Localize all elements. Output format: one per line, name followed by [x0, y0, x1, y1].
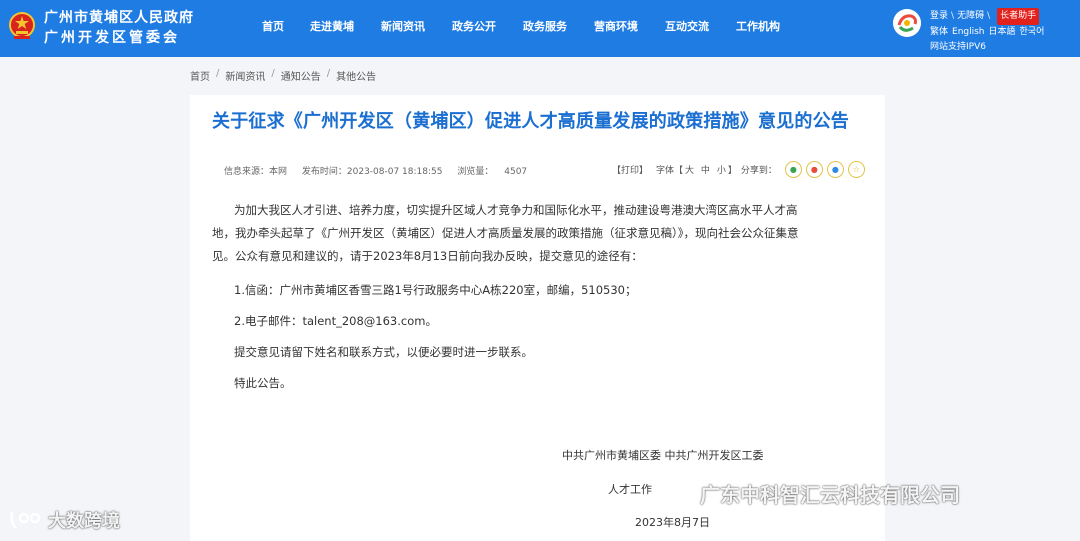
main-nav: 首页 走进黄埔 新闻资讯 政务公开 政务服务 营商环境 互动交流 工作机构	[262, 18, 807, 34]
signature-office: 人才工作	[608, 483, 652, 496]
org-name-line1: 广州市黄埔区人民政府	[44, 10, 194, 26]
accessibility-link[interactable]: 无障碍	[957, 9, 984, 24]
weibo-share-icon[interactable]: ●	[805, 161, 823, 178]
font-medium-button[interactable]: 中	[701, 166, 710, 176]
nav-agencies[interactable]: 工作机构	[736, 18, 780, 34]
breadcrumb: 首页 / 新闻资讯 / 通知公告 / 其他公告	[190, 68, 376, 83]
elder-assistant-button[interactable]: 长者助手	[997, 8, 1040, 25]
breadcrumb-separator: /	[326, 68, 331, 79]
header-tools: 登录 \ 无障碍 \ 长者助手 繁体 English 日本語 한국어 网站支持I…	[930, 8, 1048, 55]
breadcrumb-separator: /	[216, 68, 220, 79]
font-large-button[interactable]: 大	[685, 166, 694, 176]
login-link[interactable]: 登录	[930, 9, 948, 24]
favorite-star-icon[interactable]: ☆	[847, 161, 865, 178]
org-name-line2: 广州开发区管委会	[44, 30, 180, 46]
breadcrumb-other-notices[interactable]: 其他公告	[336, 68, 376, 83]
views-count: 4507	[504, 167, 528, 177]
font-small-button[interactable]: 小	[717, 166, 726, 176]
breadcrumb-notices[interactable]: 通知公告	[281, 68, 321, 83]
signature-committees: 中共广州市黄埔区委 中共广州开发区工委	[562, 449, 764, 462]
nav-business-env[interactable]: 营商环境	[594, 18, 638, 34]
separator: \	[987, 11, 991, 21]
share-buttons: ● ● ● ☆	[781, 161, 865, 178]
watermark-right: 广东中科智汇云科技有限公司	[700, 479, 960, 508]
watermark-left-text: 大数跨境	[48, 511, 120, 532]
watermark-left: 大数跨境	[8, 507, 120, 533]
breadcrumb-separator: /	[271, 68, 275, 79]
qq-share-icon[interactable]: ●	[826, 161, 844, 178]
share-label: 分享到：	[740, 166, 777, 176]
nav-gov-disclosure[interactable]: 政务公开	[452, 18, 496, 34]
site-header: 广州市黄埔区人民政府 广州开发区管委会 首页 走进黄埔 新闻资讯 政务公开 政务…	[0, 0, 1080, 57]
article-title: 关于征求《广州开发区（黄埔区）促进人才高质量发展的政策措施》意见的公告	[212, 111, 849, 132]
nav-news[interactable]: 新闻资讯	[381, 18, 425, 34]
lang-traditional[interactable]: 繁体	[930, 25, 948, 40]
breadcrumb-news[interactable]: 新闻资讯	[225, 68, 265, 83]
paragraph-closing: 特此公告。	[234, 376, 292, 390]
signature-date: 2023年8月7日	[635, 516, 710, 529]
watermark-right-text: 广东中科智汇云科技有限公司	[700, 483, 960, 507]
nav-about-huangpu[interactable]: 走进黄埔	[310, 18, 354, 34]
lang-japanese[interactable]: 日本語	[989, 25, 1016, 40]
print-button[interactable]: 【打印】	[612, 163, 648, 176]
breadcrumb-home[interactable]: 首页	[190, 68, 210, 83]
wechat-share-icon[interactable]: ●	[784, 161, 802, 178]
language-switcher: 繁体 English 日本語 한국어	[930, 25, 1048, 40]
article-tools: 【打印】 字体【 大 中 小 】 分享到： ● ● ● ☆	[612, 161, 865, 178]
watermark-logo-icon	[10, 511, 41, 529]
site-title[interactable]: 广州市黄埔区人民政府 广州开发区管委会	[44, 8, 194, 48]
paragraph-letter: 1.信函：广州市黄埔区香雪三路1号行政服务中心A栋220室，邮编，510530；	[234, 283, 637, 297]
paragraph-contact-note: 提交意见请留下姓名和联系方式，以便必要时进一步联系。	[234, 345, 533, 359]
separator: \	[951, 11, 955, 21]
national-emblem-icon	[9, 12, 35, 39]
font-size-label: 字体【	[656, 166, 684, 176]
nav-home[interactable]: 首页	[262, 18, 284, 34]
publish-time: 发布时间：2023-08-07 18:18:55	[301, 167, 443, 177]
lang-korean[interactable]: 한국어	[1020, 25, 1045, 40]
info-source: 信息来源：本网	[224, 167, 288, 177]
views-label: 浏览量：	[457, 167, 494, 177]
font-size-options: 大 中 小	[683, 163, 728, 176]
nav-gov-services[interactable]: 政务服务	[523, 18, 567, 34]
article-card: 关于征求《广州开发区（黄埔区）促进人才高质量发展的政策措施》意见的公告 信息来源…	[190, 95, 885, 541]
article-meta: 信息来源：本网 发布时间：2023-08-07 18:18:55 浏览量： 45…	[224, 164, 539, 177]
font-size-close: 】	[727, 166, 737, 176]
ipv6-note: 网站支持IPV6	[930, 42, 986, 52]
lang-english[interactable]: English	[952, 25, 985, 40]
nav-interaction[interactable]: 互动交流	[665, 18, 709, 34]
article-body: 为加大我区人才引进、培养力度，切实提升区域人才竞争力和国际化水平，推动建设粤港澳…	[212, 199, 799, 394]
site-logo-icon	[893, 9, 921, 37]
paragraph-intro: 为加大我区人才引进、培养力度，切实提升区域人才竞争力和国际化水平，推动建设粤港澳…	[212, 203, 799, 263]
paragraph-email: 2.电子邮件：talent_208@163.com。	[234, 314, 437, 328]
